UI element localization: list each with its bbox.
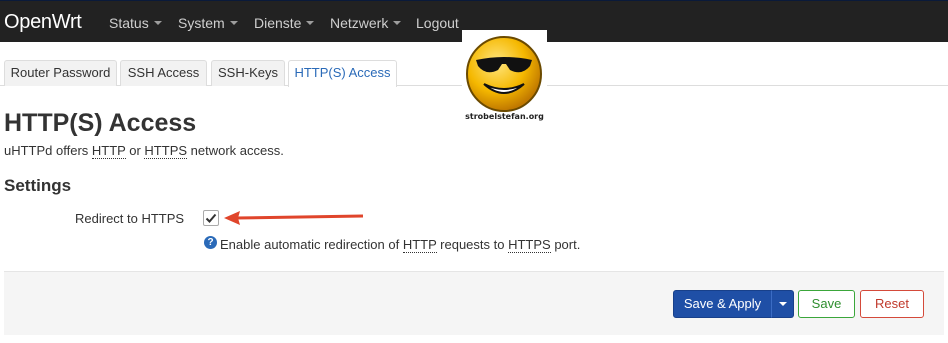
save-apply-dropdown[interactable] [771, 290, 794, 318]
help-text: Enable automatic redirection of [220, 237, 403, 252]
abbr-http: HTTP [91, 143, 126, 159]
menu-netzwerk-label: Netzwerk [330, 15, 389, 31]
description-text: or [125, 143, 145, 158]
chevron-down-icon [306, 21, 315, 25]
tab-router-password[interactable]: Router Password [4, 60, 117, 86]
abbr-http: HTTP [402, 237, 437, 253]
tab-ssh-keys[interactable]: SSH-Keys [211, 60, 285, 86]
smiley-watermark: strobelstefan.org [462, 30, 547, 126]
chevron-down-icon [779, 302, 787, 306]
checkmark-icon [205, 213, 217, 223]
section-title: Settings [4, 176, 72, 195]
menu-logout[interactable]: Logout [416, 15, 459, 31]
menu-system-label: System [178, 15, 225, 31]
redirect-checkbox[interactable] [203, 210, 219, 226]
abbr-https: HTTPS [508, 237, 551, 253]
chevron-down-icon [153, 21, 162, 25]
chevron-down-icon [393, 21, 402, 25]
page-description: uHTTPd offers HTTP or HTTPS network acce… [4, 143, 284, 159]
tab-https-access[interactable]: HTTP(S) Access [288, 60, 397, 87]
save-button[interactable]: Save [798, 290, 855, 318]
menu-status-label: Status [109, 15, 149, 31]
save-apply-button[interactable]: Save & Apply [673, 290, 772, 318]
menu-dienste-label: Dienste [254, 15, 302, 31]
reset-button[interactable]: Reset [860, 290, 924, 318]
smiley-face-icon [466, 36, 542, 112]
menu-netzwerk[interactable]: Netzwerk [330, 15, 402, 31]
menu-system[interactable]: System [178, 15, 238, 31]
help-text: port. [550, 237, 581, 252]
description-text: network access. [187, 143, 284, 158]
abbr-https: HTTPS [144, 143, 188, 159]
watermark-caption: strobelstefan.org [465, 112, 544, 121]
page-title: HTTP(S) Access [4, 109, 197, 137]
brand-logo[interactable]: OpenWrt [4, 10, 82, 34]
description-text: uHTTPd offers [4, 143, 92, 158]
chevron-down-icon [229, 21, 238, 25]
action-bar: Save & Apply Save Reset [4, 271, 944, 335]
tab-ssh-access[interactable]: SSH Access [120, 60, 207, 86]
redirect-label: Redirect to HTTPS [75, 211, 185, 226]
redirect-help: Enable automatic redirection of HTTP req… [220, 237, 580, 253]
red-arrow-icon [224, 211, 364, 225]
help-text: requests to [436, 237, 509, 252]
menu-dienste[interactable]: Dienste [254, 15, 315, 31]
menu-status[interactable]: Status [109, 15, 162, 31]
help-icon: ? [204, 236, 217, 249]
